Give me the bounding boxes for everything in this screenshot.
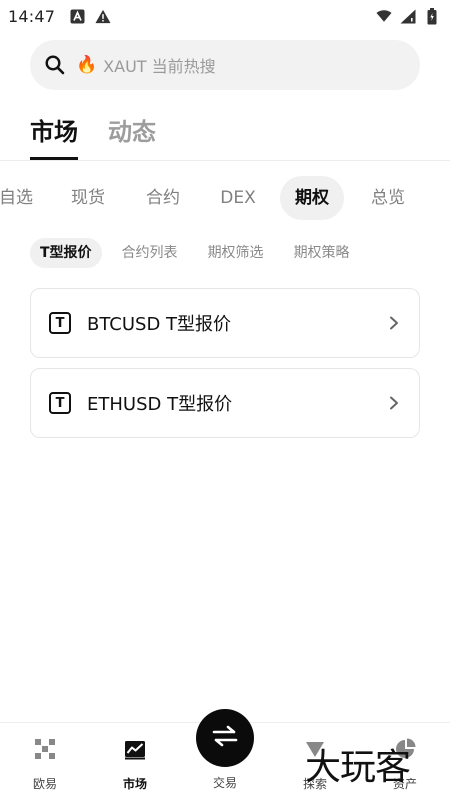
market-chart-icon [123, 737, 147, 761]
fire-icon: 🔥 [76, 54, 98, 75]
app-a-icon [69, 8, 85, 24]
category-spot[interactable]: 现货 [58, 176, 118, 220]
nav-label: 市场 [122, 777, 147, 791]
category-overview[interactable]: 总览 [358, 176, 418, 220]
nav-okx[interactable]: 欧易 [10, 737, 80, 792]
status-time: 14:47 [8, 6, 56, 26]
nav-trade-label: 交易 [212, 776, 237, 790]
signal-icon [400, 8, 416, 24]
category-futures[interactable]: 合约 [133, 176, 193, 220]
warning-icon [95, 8, 111, 24]
eth-t-quote-card[interactable]: T ETHUSD T型报价 [30, 368, 420, 438]
search-placeholder: XAUT 当前热搜 [103, 57, 216, 76]
card-label: ETHUSD T型报价 [87, 394, 233, 415]
tab-market[interactable]: 市场 [30, 112, 78, 160]
tab-feed[interactable]: 动态 [108, 112, 156, 158]
card-label: BTCUSD T型报价 [87, 314, 232, 335]
tabs-divider [0, 160, 450, 161]
wifi-icon [376, 8, 392, 24]
status-bar: 14:47 [0, 0, 450, 32]
swap-arrows-icon [211, 724, 239, 752]
subtab-t-quote[interactable]: T型报价 [30, 238, 102, 268]
category-watchlist[interactable]: 自选 [0, 176, 46, 220]
chevron-right-icon [387, 396, 401, 410]
category-tabs: 自选 现货 合约 DEX 期权 总览 [0, 176, 450, 220]
battery-icon [424, 7, 440, 24]
subtab-options-filter[interactable]: 期权筛选 [198, 238, 274, 268]
watermark: 大玩客 [305, 747, 411, 788]
primary-tabs: 市场 动态 [30, 112, 156, 160]
options-sub-tabs: T型报价 合约列表 期权筛选 期权策略 [30, 238, 360, 268]
nav-market[interactable]: 市场 [100, 737, 170, 792]
subtab-contract-list[interactable]: 合约列表 [112, 238, 188, 268]
search-icon [44, 54, 66, 76]
category-options[interactable]: 期权 [280, 176, 344, 220]
chevron-right-icon [387, 316, 401, 330]
category-dex[interactable]: DEX [207, 176, 269, 220]
trade-button[interactable] [196, 709, 254, 767]
subtab-options-strategy[interactable]: 期权策略 [284, 238, 360, 268]
t-quote-icon: T [49, 392, 71, 414]
t-quote-icon: T [49, 312, 71, 334]
nav-label: 欧易 [32, 777, 57, 791]
btc-t-quote-card[interactable]: T BTCUSD T型报价 [30, 288, 420, 358]
okx-logo-icon [33, 737, 57, 761]
search-bar[interactable]: 🔥 XAUT 当前热搜 [30, 40, 420, 90]
